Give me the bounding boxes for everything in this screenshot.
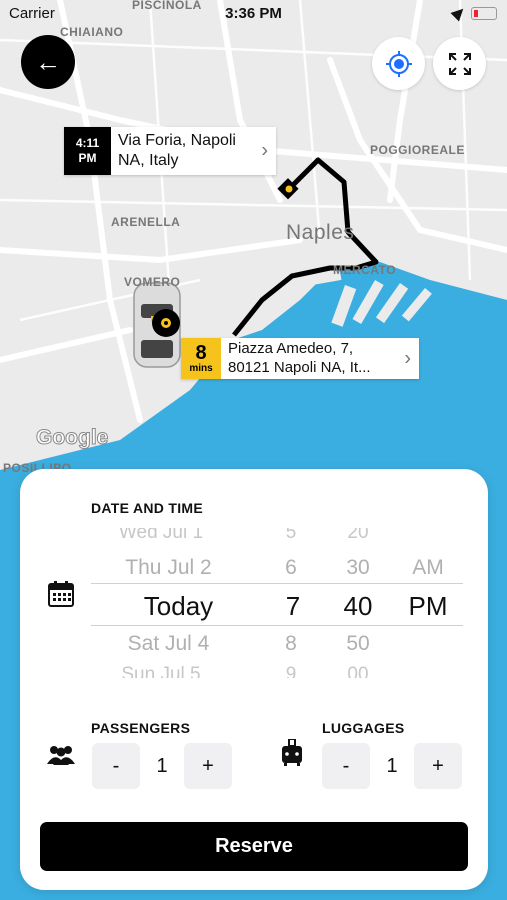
dropoff-callout[interactable]: 8 mins Piazza Amedeo, 7, 80121 Napoli NA…	[181, 338, 419, 379]
reserve-button[interactable]: Reserve	[40, 822, 468, 871]
passengers-value: 1	[156, 754, 168, 777]
status-time: 3:36 PM	[225, 5, 282, 22]
picker-row: Sun Jul 5 9 00	[71, 664, 446, 678]
picker-hour[interactable]: 6	[271, 556, 311, 580]
luggages-plus-button[interactable]: +	[414, 743, 462, 789]
map-label-piscinola: PISCINOLA	[132, 0, 202, 12]
passengers-minus-button[interactable]: -	[92, 743, 140, 789]
battery-icon	[471, 7, 497, 20]
chevron-right-icon: ›	[261, 139, 268, 162]
picker-period-selected[interactable]: PM	[393, 591, 463, 622]
picker-date[interactable]: Sat Jul 4	[101, 632, 236, 656]
luggages-value: 1	[386, 754, 398, 777]
target-icon	[385, 50, 412, 77]
picker-row: Wed Jul 1 5 20	[71, 528, 446, 544]
back-button[interactable]: ←	[21, 35, 75, 89]
users-icon	[47, 746, 75, 765]
map-city-label: Naples	[286, 221, 355, 244]
locate-button[interactable]	[372, 37, 425, 90]
status-bar: Carrier 3:36 PM	[0, 0, 507, 28]
map-label-arenella: ARENELLA	[111, 215, 181, 229]
picker-hour[interactable]: 9	[271, 664, 311, 678]
pickup-callout[interactable]: 4:11 PM Via Foria, Napoli NA, Italy ›	[64, 127, 276, 175]
arrow-left-icon: ←	[35, 46, 61, 77]
passengers-plus-button[interactable]: +	[184, 743, 232, 789]
eta-unit: mins	[189, 363, 213, 374]
google-logo: Google	[35, 426, 109, 450]
pickup-address: Via Foria, Napoli NA, Italy	[118, 132, 236, 169]
picker-minute[interactable]: 00	[333, 664, 383, 678]
picker-hour[interactable]: 8	[271, 632, 311, 656]
picker-date[interactable]: Wed Jul 1	[101, 528, 221, 544]
picker-minute[interactable]: 20	[333, 528, 383, 544]
picker-hour-selected[interactable]: 7	[271, 591, 315, 622]
eta-value: 8	[195, 342, 207, 364]
map-label-vomero: VOMERO	[124, 275, 181, 289]
picker-date[interactable]: Sun Jul 5	[101, 664, 221, 678]
fit-route-button[interactable]	[433, 37, 486, 90]
dropoff-address: Piazza Amedeo, 7, 80121 Napoli NA, It...	[228, 340, 371, 376]
luggages-title: LUGGAGES	[322, 720, 405, 736]
passengers-title: PASSENGERS	[91, 720, 191, 736]
chevron-right-icon: ›	[404, 347, 411, 369]
pickup-time: 4:11 PM	[75, 136, 100, 165]
map-label-chiaiano: CHIAIANO	[60, 25, 124, 39]
expand-icon	[448, 52, 471, 75]
passengers-stepper: - 1 +	[92, 743, 232, 789]
picker-minute-selected[interactable]: 40	[333, 591, 383, 622]
luggage-icon	[282, 739, 302, 766]
picker-date[interactable]: Thu Jul 2	[101, 556, 236, 580]
luggages-stepper: - 1 +	[322, 743, 462, 789]
pickup-time-badge: 4:11 PM	[64, 127, 111, 175]
picker-date-selected[interactable]: Today	[101, 591, 256, 622]
date-time-picker[interactable]: Wed Jul 1 5 20 Thu Jul 2 6 30 AM Today 7…	[71, 528, 463, 678]
luggages-minus-button[interactable]: -	[322, 743, 370, 789]
picker-minute[interactable]: 30	[333, 556, 383, 580]
map-label-mercato: MERCATO	[333, 263, 397, 277]
picker-period[interactable]: AM	[393, 556, 463, 580]
picker-hour[interactable]: 5	[271, 528, 311, 544]
date-time-title: DATE AND TIME	[91, 500, 204, 516]
picker-minute[interactable]: 50	[333, 632, 383, 656]
eta-badge: 8 mins	[181, 338, 221, 379]
map-label-poggioreale: POGGIOREALE	[370, 143, 465, 157]
